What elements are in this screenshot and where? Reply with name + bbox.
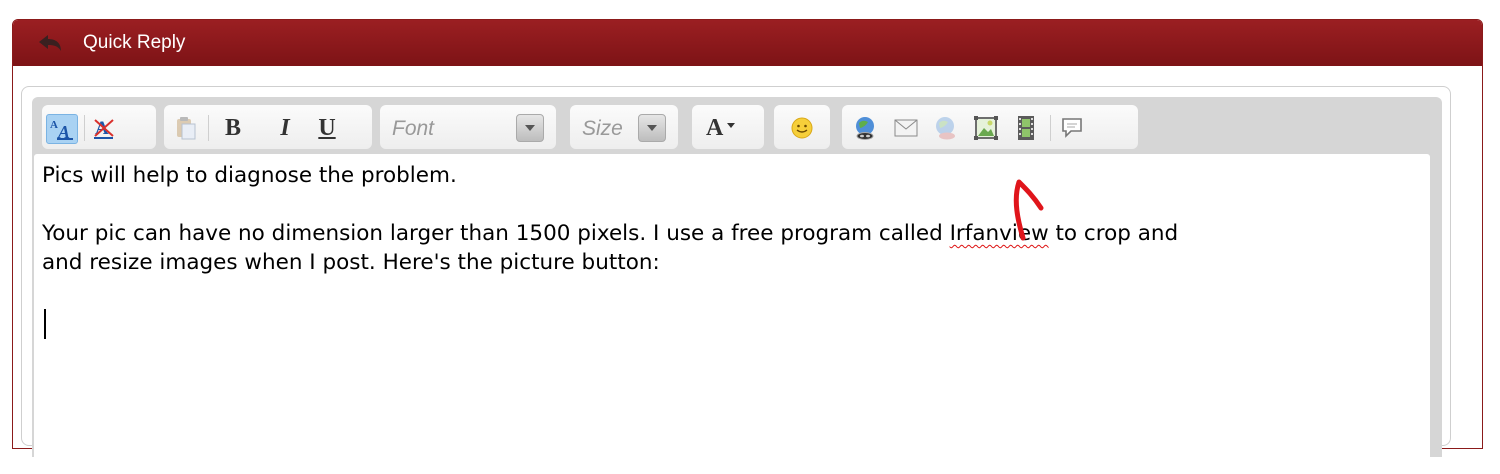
smiley-icon: [791, 117, 813, 139]
remove-format-button[interactable]: A: [90, 114, 118, 142]
toolbar-group-mode: A A A: [42, 105, 156, 149]
size-dropdown-button[interactable]: [638, 114, 666, 142]
insert-image-button[interactable]: [972, 114, 1000, 142]
toolbar-separator: [208, 115, 209, 141]
underline-button[interactable]: U: [313, 114, 341, 142]
svg-text:A: A: [50, 119, 58, 131]
size-placeholder: Size: [582, 117, 623, 140]
quote-icon: [1062, 118, 1082, 138]
editor: A A A B I U Font Size A Pics will help t…: [32, 97, 1442, 474]
font-dropdown-button[interactable]: [516, 114, 544, 142]
insert-video-button[interactable]: [1012, 114, 1040, 142]
dropdown-arrow-icon: [647, 125, 657, 131]
reply-arrow-icon: [39, 35, 61, 51]
remove-format-icon: A: [94, 118, 114, 139]
message-text: Your pic can have no dimension larger th…: [42, 221, 950, 246]
size-select[interactable]: Size: [570, 105, 678, 149]
italic-button[interactable]: I: [271, 114, 299, 142]
panel-title: Quick Reply: [83, 32, 186, 53]
email-icon: [894, 119, 918, 137]
toolbar-separator: [84, 115, 85, 141]
text-color-group: A: [692, 105, 764, 149]
insert-email-button[interactable]: [892, 114, 920, 142]
dropdown-arrow-icon: [727, 122, 736, 128]
message-line: and resize images when I post. Here's th…: [42, 250, 660, 275]
link-icon: [856, 117, 874, 140]
smiley-button[interactable]: [788, 114, 816, 142]
annotation-arrow: [1013, 179, 1044, 241]
editor-frame: A A A B I U Font Size A Pics will help t…: [21, 86, 1451, 474]
message-textarea[interactable]: Pics will help to diagnose the problem. …: [34, 154, 1430, 474]
paste-icon: [177, 117, 196, 140]
image-icon: [974, 116, 998, 140]
paste-button[interactable]: [172, 114, 200, 142]
message-text: to crop and: [1048, 221, 1179, 246]
dropdown-arrow-icon: [525, 125, 535, 131]
smiley-group: [774, 105, 830, 149]
text-caret: [44, 309, 46, 339]
toolbar-group-format: B I U: [164, 105, 372, 149]
toolbar-group-insert: [842, 105, 1138, 149]
font-select[interactable]: Font: [380, 105, 556, 149]
bold-button[interactable]: B: [219, 114, 247, 142]
insert-quote-button[interactable]: [1058, 114, 1086, 142]
insert-link-button[interactable]: [852, 114, 880, 142]
panel-header: Quick Reply: [13, 20, 1482, 66]
remove-link-button[interactable]: [932, 114, 960, 142]
toolbar-separator: [1050, 115, 1051, 141]
video-icon: [1018, 116, 1034, 140]
font-placeholder: Font: [392, 117, 435, 140]
text-color-label: A: [706, 114, 724, 141]
switch-editor-mode-button[interactable]: A A: [46, 114, 78, 144]
text-color-button[interactable]: A: [706, 114, 746, 142]
unlink-icon: [936, 117, 955, 140]
switch-editor-mode-icon: A A: [50, 119, 73, 141]
